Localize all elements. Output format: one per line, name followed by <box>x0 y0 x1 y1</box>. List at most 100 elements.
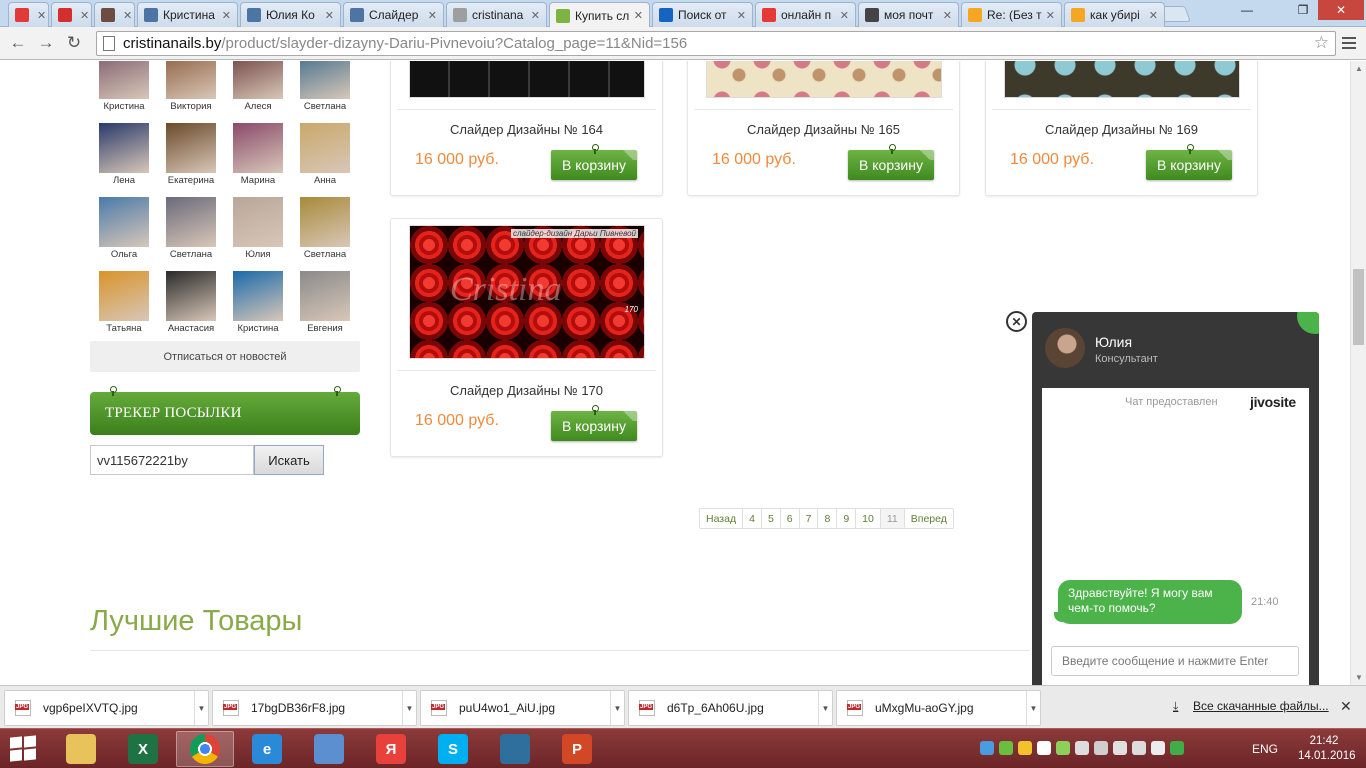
tray-icon[interactable] <box>980 741 994 755</box>
taskbar-powerpoint[interactable]: P <box>548 731 606 767</box>
address-bar[interactable]: cristinanails.by/product/slayder-dizayny… <box>96 31 1336 56</box>
volume-icon[interactable] <box>1151 741 1165 755</box>
friend-item[interactable]: Ольга <box>94 197 154 267</box>
tab-close-icon[interactable]: ✕ <box>737 9 746 22</box>
pagination-prev[interactable]: Назад <box>700 509 744 528</box>
friend-photo[interactable] <box>233 123 283 173</box>
browser-tab[interactable]: Кристина ✕ <box>137 2 238 27</box>
browser-tab[interactable]: ✕ <box>94 2 135 27</box>
download-menu-icon[interactable]: ▼ <box>1026 691 1040 725</box>
friend-item[interactable]: Светлана <box>295 197 355 267</box>
taskbar-chrome[interactable] <box>176 731 234 767</box>
pagination-page[interactable]: 10 <box>856 509 881 528</box>
friend-item[interactable]: Екатерина <box>161 123 221 193</box>
friend-photo[interactable] <box>99 123 149 173</box>
friend-item[interactable]: Евгения <box>295 271 355 341</box>
friend-item[interactable]: Светлана <box>295 61 355 119</box>
tab-close-icon[interactable]: ✕ <box>123 9 132 22</box>
friend-photo[interactable] <box>166 61 216 99</box>
tab-close-icon[interactable]: ✕ <box>1046 9 1055 22</box>
tab-close-icon[interactable]: ✕ <box>840 9 849 22</box>
browser-tab[interactable]: Слайдер ✕ <box>343 2 444 27</box>
friend-item[interactable]: Анастасия <box>161 271 221 341</box>
browser-tab[interactable]: как убирі ✕ <box>1064 2 1165 27</box>
product-image[interactable] <box>409 61 645 98</box>
download-item[interactable]: uMxgMu-aoGY.jpg ▼ <box>836 690 1041 726</box>
product-title[interactable]: Слайдер Дизайны № 170 <box>391 383 662 398</box>
tab-close-icon[interactable]: ✕ <box>943 9 952 22</box>
download-item[interactable]: vgp6peIXVTQ.jpg ▼ <box>4 690 209 726</box>
close-shelf-icon[interactable]: ✕ <box>1340 698 1352 715</box>
taskbar-photos[interactable] <box>486 731 544 767</box>
tab-close-icon[interactable]: ✕ <box>325 9 334 22</box>
friend-photo[interactable] <box>233 271 283 321</box>
tab-close-icon[interactable]: ✕ <box>428 9 437 22</box>
browser-tab[interactable]: Поиск от ✕ <box>652 2 753 27</box>
pagination-page[interactable]: 6 <box>781 509 800 528</box>
window-close-button[interactable]: ✕ <box>1318 0 1364 20</box>
friend-photo[interactable] <box>300 271 350 321</box>
reload-button[interactable]: ↻ <box>62 32 86 54</box>
friend-photo[interactable] <box>99 197 149 247</box>
pagination-next[interactable]: Вперед <box>905 509 953 528</box>
friend-item[interactable]: Лена <box>94 123 154 193</box>
friend-item[interactable]: Анна <box>295 123 355 193</box>
pagination-page[interactable]: 9 <box>837 509 857 528</box>
taskbar-explorer[interactable] <box>52 731 110 767</box>
tab-close-icon[interactable]: ✕ <box>80 9 89 22</box>
browser-tab[interactable]: ✕ <box>51 2 92 27</box>
battery-icon[interactable] <box>1132 741 1146 755</box>
tab-close-icon[interactable]: ✕ <box>634 9 643 22</box>
friend-item[interactable]: Кристина <box>228 271 288 341</box>
jivosite-logo[interactable]: jivosite <box>1250 394 1296 410</box>
download-item[interactable]: d6Tp_6Ah06U.jpg ▼ <box>628 690 833 726</box>
product-image[interactable]: Cristina слайдер-дизайн Дарьи Пивневой 1… <box>409 225 645 359</box>
start-button[interactable] <box>8 735 38 763</box>
browser-tab[interactable]: cristinana ✕ <box>446 2 547 27</box>
friend-photo[interactable] <box>166 197 216 247</box>
friend-photo[interactable] <box>99 271 149 321</box>
tracker-search-button[interactable]: Искать <box>254 445 324 475</box>
tray-icon[interactable] <box>1056 741 1070 755</box>
browser-tab[interactable]: Re: (Без т ✕ <box>961 2 1062 27</box>
bluetooth-icon[interactable] <box>1094 741 1108 755</box>
friend-photo[interactable] <box>233 197 283 247</box>
taskbar-skype[interactable]: S <box>424 731 482 767</box>
tab-close-icon[interactable]: ✕ <box>1149 9 1158 22</box>
tray-icon[interactable] <box>1018 741 1032 755</box>
pagination-page[interactable]: 4 <box>743 509 762 528</box>
product-title[interactable]: Слайдер Дизайны № 164 <box>391 122 662 137</box>
friend-photo[interactable] <box>166 271 216 321</box>
scroll-up-icon[interactable]: ▲ <box>1355 64 1363 73</box>
taskbar-yandex[interactable]: Я <box>362 731 420 767</box>
product-title[interactable]: Слайдер Дизайны № 165 <box>688 122 959 137</box>
check-icon[interactable] <box>1170 741 1184 755</box>
show-all-downloads-link[interactable]: ⤓ Все скачанные файлы... <box>1173 699 1329 713</box>
download-item[interactable]: puU4wo1_AiU.jpg ▼ <box>420 690 625 726</box>
friend-photo[interactable] <box>300 123 350 173</box>
browser-tab[interactable]: ✕ <box>8 2 49 27</box>
scrollbar-thumb[interactable] <box>1353 269 1364 345</box>
tray-icon[interactable] <box>999 741 1013 755</box>
forward-button[interactable]: → <box>34 32 58 54</box>
add-to-cart-button[interactable]: В корзину <box>551 405 637 441</box>
minimize-button[interactable]: — <box>1232 0 1262 20</box>
clock[interactable]: 21:42 14.01.2016 <box>1298 734 1356 764</box>
product-image[interactable] <box>1004 61 1240 98</box>
tracking-number-input[interactable]: vv115672221by <box>90 445 254 475</box>
back-button[interactable]: ← <box>6 32 30 54</box>
friend-item[interactable]: Татьяна <box>94 271 154 341</box>
taskbar-ie[interactable]: e <box>238 731 296 767</box>
chat-close-icon[interactable]: ✕ <box>1006 311 1027 332</box>
chat-message-input[interactable]: Введите сообщение и нажмите Enter <box>1051 646 1299 676</box>
download-item[interactable]: 17bgDB36rF8.jpg ▼ <box>212 690 417 726</box>
page-scrollbar[interactable]: ▲ ▼ <box>1350 61 1366 685</box>
bookmark-star-icon[interactable]: ☆ <box>1314 33 1329 53</box>
add-to-cart-button[interactable]: В корзину <box>1146 144 1232 180</box>
browser-tab[interactable]: Купить сл ✕ <box>549 2 650 28</box>
pagination-page[interactable]: 7 <box>800 509 819 528</box>
tab-close-icon[interactable]: ✕ <box>37 9 46 22</box>
friend-photo[interactable] <box>300 61 350 99</box>
download-menu-icon[interactable]: ▼ <box>818 691 832 725</box>
scroll-down-icon[interactable]: ▼ <box>1355 673 1363 682</box>
